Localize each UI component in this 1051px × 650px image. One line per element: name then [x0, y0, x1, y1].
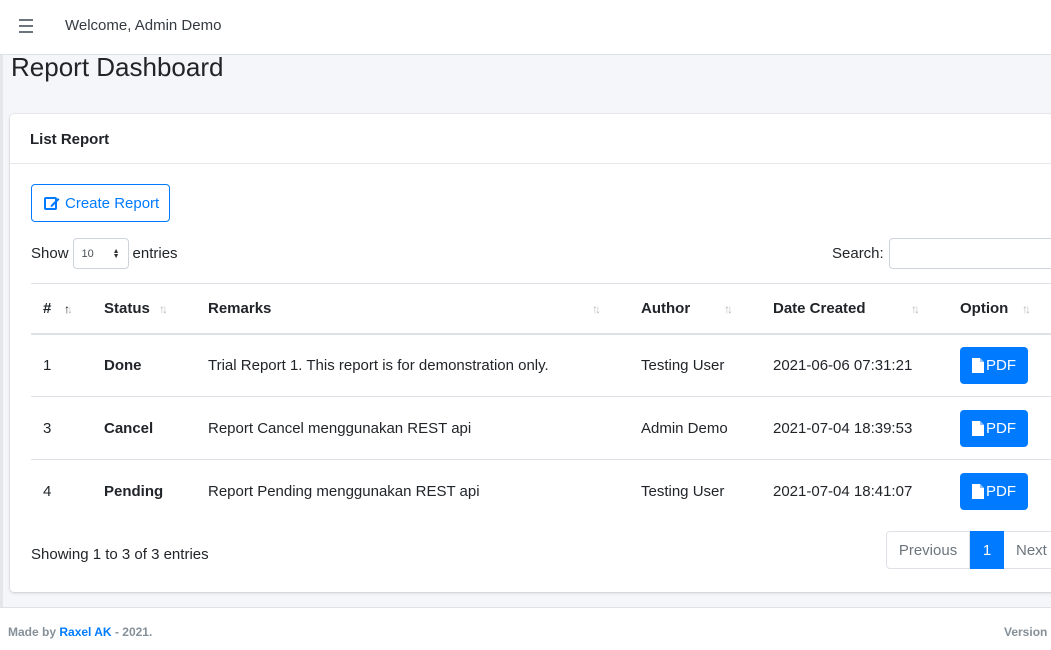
- cell-author: Admin Demo: [641, 419, 728, 437]
- table-header-row: # ↑↓ Status ↑↓ Remarks ↑↓ Author ↑↓ Date…: [31, 283, 1051, 334]
- cell-author: Testing User: [641, 482, 725, 500]
- sort-icon: ↑↓: [724, 302, 733, 316]
- header-date-created[interactable]: Date Created ↑↓: [761, 284, 948, 334]
- page-title: Report Dashboard: [11, 52, 224, 82]
- show-label: Show: [31, 245, 69, 262]
- footer: Made by Raxel AK - 2021. Version: [0, 607, 1051, 650]
- sort-icon: ↑↓: [592, 302, 601, 316]
- search-label: Search:: [832, 245, 884, 262]
- top-navbar: Welcome, Admin Demo: [0, 0, 1051, 55]
- report-table: # ↑↓ Status ↑↓ Remarks ↑↓ Author ↑↓ Date…: [31, 283, 1051, 523]
- sort-icon: ↑↓: [1022, 302, 1031, 316]
- cell-option: PDF: [948, 397, 1051, 460]
- header-author[interactable]: Author ↑↓: [629, 284, 761, 334]
- table-row: 1 Done Trial Report 1. This report is fo…: [31, 334, 1051, 397]
- cell-id: 4: [43, 482, 52, 500]
- select-arrows-icon: ▲ ▼: [112, 247, 120, 260]
- cell-date: 2021-07-04 18:39:53: [773, 419, 913, 437]
- cell-status: Done: [104, 356, 142, 374]
- cell-id: 3: [43, 419, 52, 437]
- table-row: 4 Pending Report Pending menggunakan RES…: [31, 460, 1051, 523]
- page-size-control: Show 10 ▲ ▼ entries: [31, 238, 178, 269]
- card-title: List Report: [10, 114, 1051, 164]
- pdf-button[interactable]: PDF: [960, 346, 1028, 384]
- cell-status: Cancel: [104, 419, 154, 437]
- header-remarks[interactable]: Remarks ↑↓: [196, 284, 629, 334]
- next-page-button[interactable]: Next: [1004, 531, 1051, 569]
- welcome-text: Welcome, Admin Demo: [65, 17, 222, 34]
- cell-date: 2021-07-04 18:41:07: [773, 482, 913, 500]
- version-label: Version: [1004, 625, 1048, 639]
- table-info: Showing 1 to 3 of 3 entries: [31, 546, 209, 563]
- file-icon: [972, 483, 984, 499]
- file-icon: [972, 420, 984, 436]
- header-status[interactable]: Status ↑↓: [92, 284, 196, 334]
- cell-remarks: Report Pending menggunakan REST api: [208, 482, 480, 500]
- page-size-value: 10: [81, 247, 94, 260]
- sort-icon: ↑↓: [159, 302, 168, 316]
- made-by-label: Made by: [8, 625, 57, 639]
- sort-icon: ↑↓: [64, 302, 73, 316]
- create-report-label: Create Report: [65, 194, 160, 212]
- list-report-card: List Report Create Report Show 10 ▲ ▼ ent…: [10, 114, 1051, 592]
- header-option[interactable]: Option ↑↓: [948, 284, 1051, 334]
- footer-year: - 2021.: [114, 625, 153, 639]
- sort-icon: ↑↓: [911, 302, 920, 316]
- create-report-button[interactable]: Create Report: [31, 184, 170, 222]
- table-row: 3 Cancel Report Cancel menggunakan REST …: [31, 397, 1051, 460]
- header-id[interactable]: # ↑↓: [31, 284, 92, 334]
- pdf-label: PDF: [986, 482, 1016, 500]
- page-1-button[interactable]: 1: [970, 531, 1004, 569]
- cell-option: PDF: [948, 460, 1051, 523]
- cell-option: PDF: [948, 334, 1051, 397]
- previous-page-button[interactable]: Previous: [886, 531, 970, 569]
- search-input[interactable]: [889, 238, 1051, 269]
- pdf-label: PDF: [986, 356, 1016, 374]
- cell-author: Testing User: [641, 356, 725, 374]
- sidebar-edge: [0, 55, 3, 650]
- pagination: Previous 1 Next: [886, 531, 1051, 569]
- cell-remarks: Report Cancel menggunakan REST api: [208, 419, 472, 437]
- edit-icon: [44, 196, 60, 210]
- pdf-button[interactable]: PDF: [960, 472, 1028, 510]
- cell-status: Pending: [104, 482, 164, 500]
- page-size-select[interactable]: 10 ▲ ▼: [72, 238, 129, 269]
- cell-remarks: Trial Report 1. This report is for demon…: [208, 356, 549, 374]
- pdf-button[interactable]: PDF: [960, 409, 1028, 447]
- author-link[interactable]: Raxel AK: [59, 625, 111, 639]
- entries-label: entries: [132, 245, 178, 262]
- cell-id: 1: [43, 356, 52, 374]
- hamburger-icon[interactable]: [19, 19, 33, 33]
- cell-date: 2021-06-06 07:31:21: [773, 356, 913, 374]
- pdf-label: PDF: [986, 419, 1016, 437]
- file-icon: [972, 357, 984, 373]
- footer-credits: Made by Raxel AK - 2021.: [8, 625, 152, 639]
